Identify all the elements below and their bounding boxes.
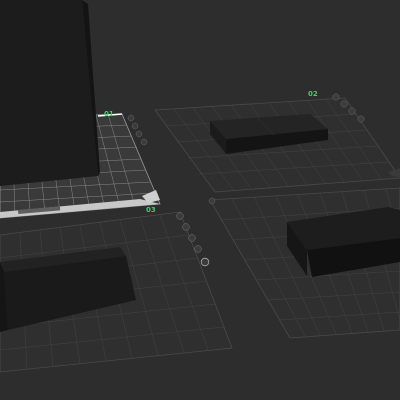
settings-icon[interactable]	[188, 234, 196, 242]
plate-03-number: 03	[146, 206, 156, 214]
settings-icon[interactable]	[131, 122, 139, 130]
lock-icon[interactable]	[332, 93, 340, 101]
3d-viewport[interactable]: 02 01 03	[0, 0, 400, 400]
lock-icon[interactable]	[127, 114, 135, 122]
plate-01-number: 01	[104, 110, 114, 118]
plate-scene[interactable]: 02 01 03	[0, 0, 400, 400]
orient-icon[interactable]	[348, 107, 356, 115]
arrange-icon[interactable]	[357, 115, 365, 123]
arrange-icon[interactable]	[200, 257, 210, 267]
plate-04[interactable]	[208, 187, 400, 339]
lock-icon[interactable]	[182, 223, 190, 231]
settings-icon[interactable]	[340, 100, 348, 108]
orient-icon[interactable]	[135, 130, 143, 138]
orient-icon[interactable]	[194, 245, 202, 253]
plate-02[interactable]: 02	[154, 90, 400, 193]
lock-icon[interactable]	[208, 197, 216, 205]
plate-02-number: 02	[308, 90, 318, 98]
plate-01[interactable]: 01	[0, 0, 161, 219]
arrange-icon[interactable]	[140, 138, 148, 146]
plate-01-object[interactable]	[0, 0, 100, 186]
close-icon[interactable]	[176, 212, 184, 220]
plate-03[interactable]	[0, 211, 233, 373]
